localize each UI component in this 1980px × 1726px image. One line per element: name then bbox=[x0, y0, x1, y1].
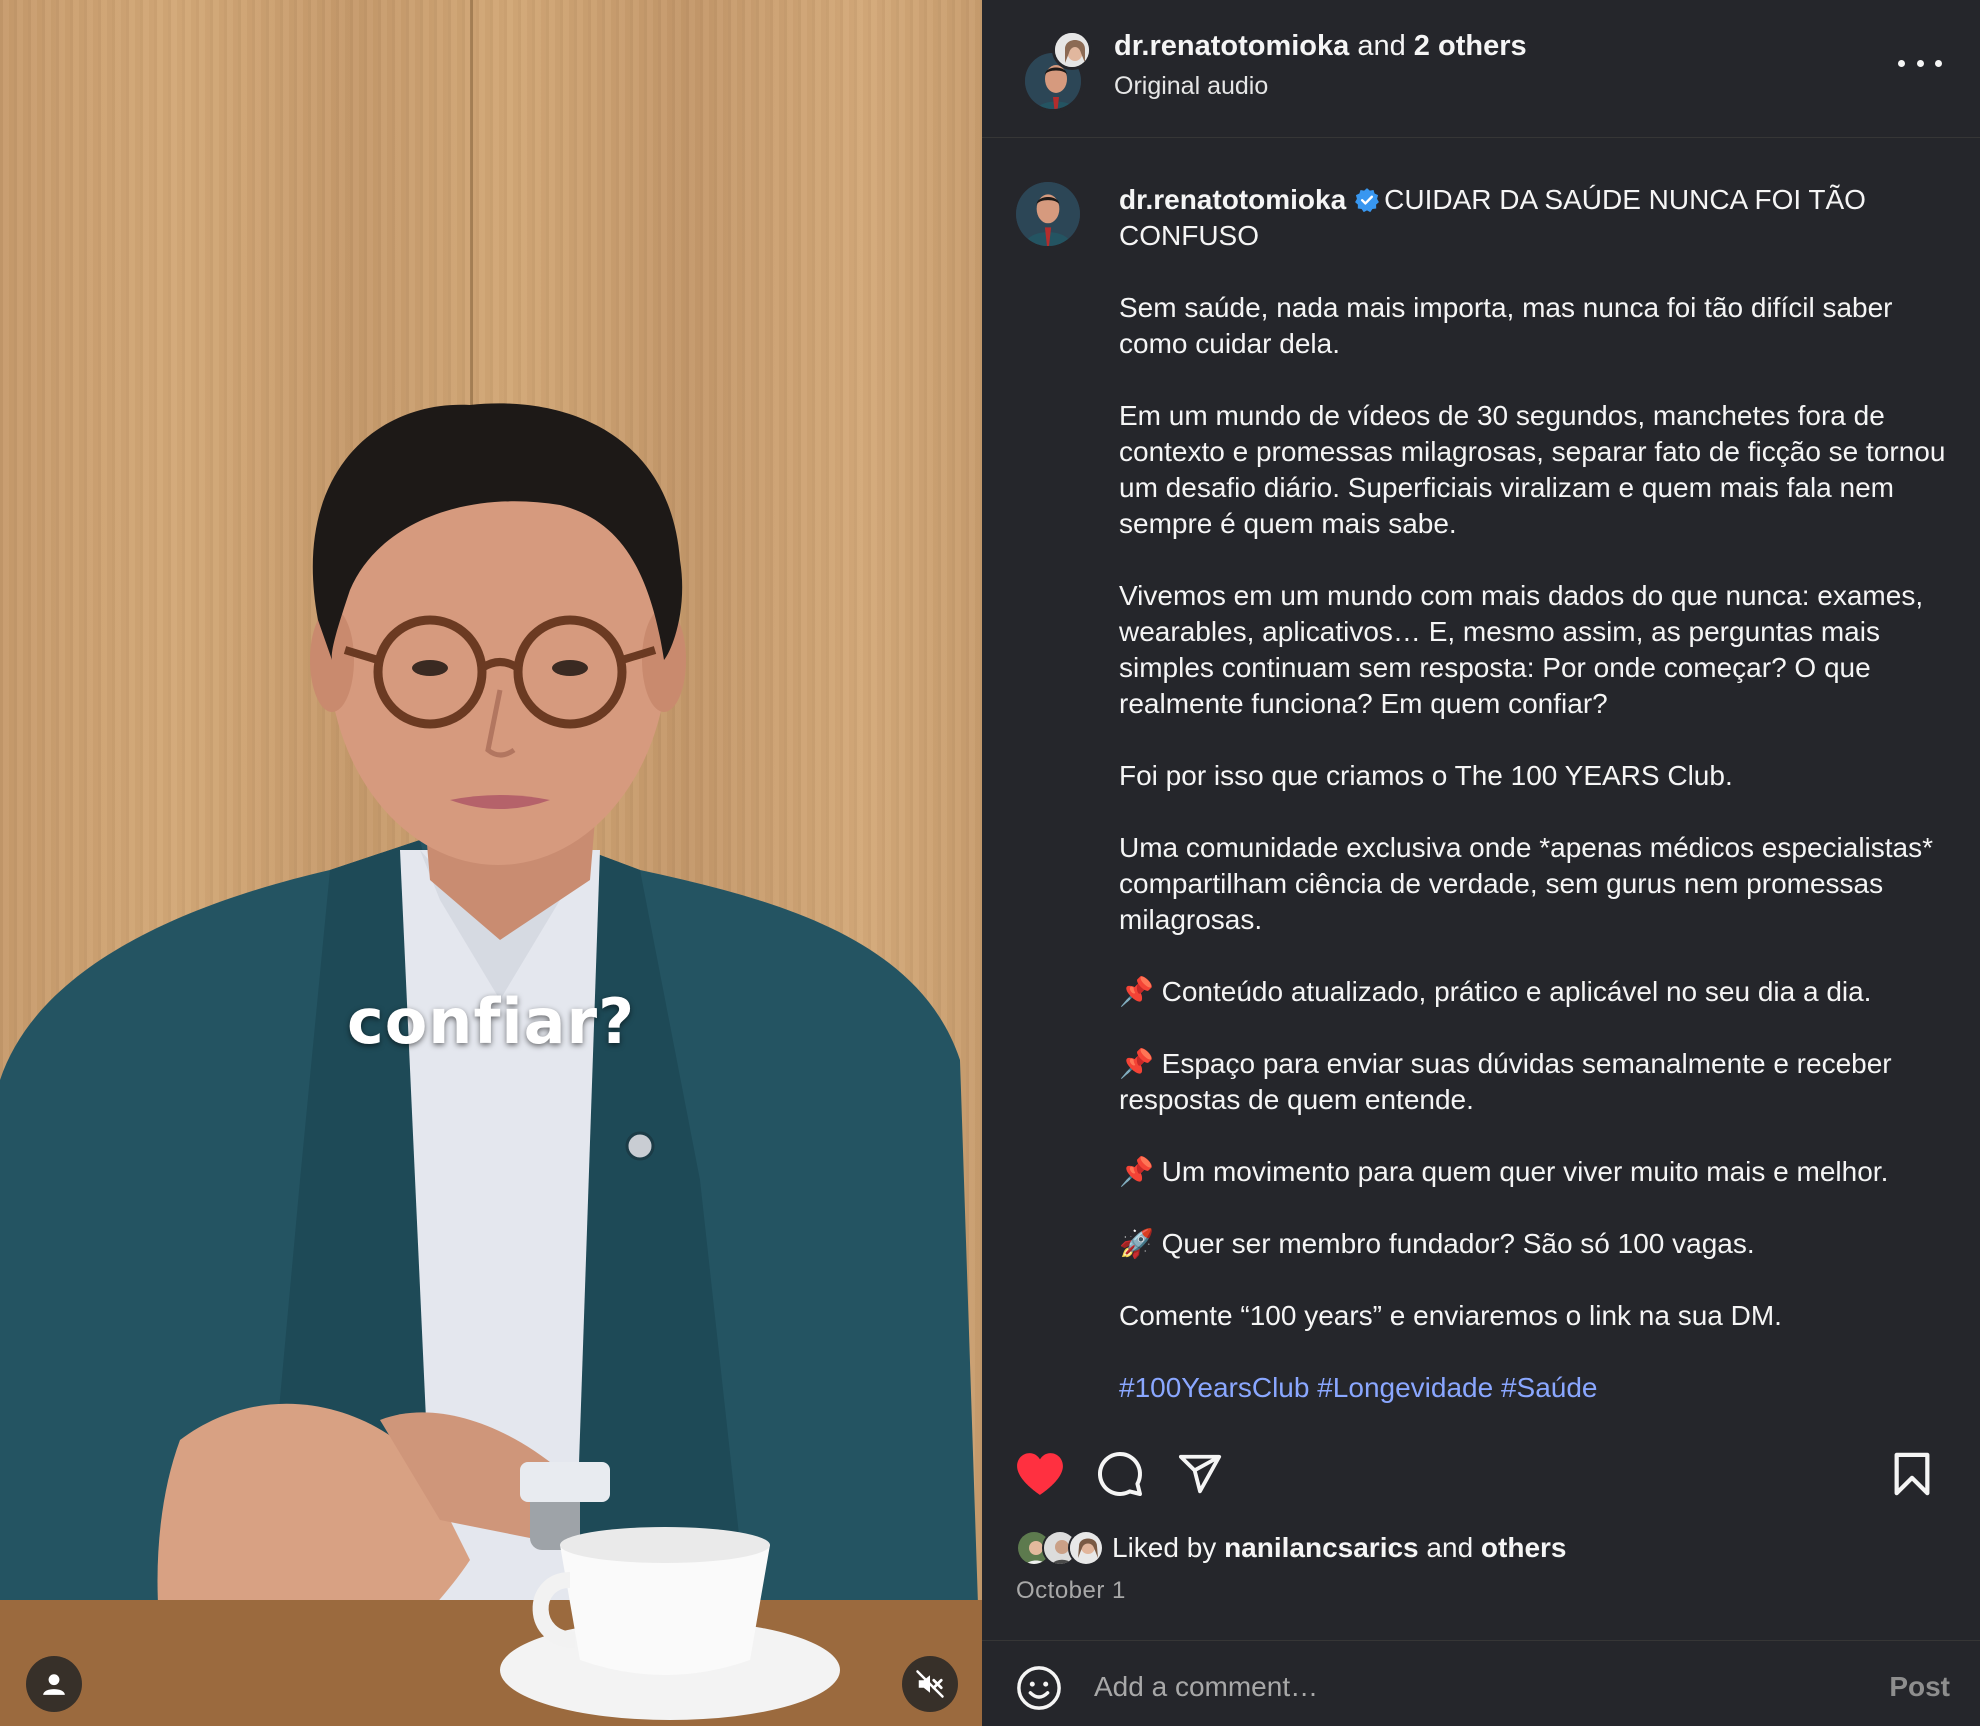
more-options-button[interactable] bbox=[1898, 48, 1942, 78]
presenter-figure bbox=[0, 403, 982, 1726]
muted-speaker-icon bbox=[916, 1670, 944, 1698]
caption-username[interactable]: dr.renatotomioka bbox=[1119, 184, 1346, 215]
caption-paragraph: Uma comunidade exclusiva onde *apenas mé… bbox=[1119, 832, 1934, 935]
paper-plane-icon bbox=[1178, 1454, 1222, 1494]
caption-avatar[interactable] bbox=[1016, 182, 1080, 246]
verified-badge-icon bbox=[1355, 188, 1380, 213]
coauthors-link[interactable]: 2 others bbox=[1414, 30, 1527, 62]
mute-toggle-button[interactable] bbox=[902, 1656, 958, 1712]
post-authors: dr.renatotomioka and 2 others bbox=[1114, 30, 1527, 63]
likes-joiner: and bbox=[1426, 1532, 1474, 1563]
likes-prefix: Liked by bbox=[1112, 1532, 1217, 1563]
bookmark-icon bbox=[1894, 1452, 1930, 1496]
liker-avatar bbox=[1068, 1530, 1104, 1566]
caption-paragraph: 📌 Conteúdo atualizado, prático e aplicáv… bbox=[1119, 976, 1872, 1007]
caption-paragraph: 📌 Um movimento para quem quer viver muit… bbox=[1119, 1156, 1889, 1187]
likes-summary: Liked by nanilancsarics and others bbox=[1016, 1528, 1567, 1568]
emoji-picker-button[interactable] bbox=[1016, 1665, 1062, 1711]
post-comment-button[interactable]: Post bbox=[1889, 1671, 1950, 1703]
caption-paragraph: 🚀 Quer ser membro fundador? São só 100 v… bbox=[1119, 1228, 1755, 1259]
comment-bubble-icon bbox=[1098, 1452, 1142, 1496]
post-modal: confiar? dr.renatotomioka and 2 others O… bbox=[0, 0, 1980, 1726]
comment-input[interactable] bbox=[1094, 1663, 1814, 1711]
liker-username-link[interactable]: nanilancsarics bbox=[1224, 1532, 1419, 1563]
caption-paragraph: 📌 Espaço para enviar suas dúvidas semana… bbox=[1119, 1048, 1892, 1115]
caption-paragraph: Vivemos em um mundo com mais dados do qu… bbox=[1119, 580, 1924, 719]
avatar-portrait bbox=[1016, 182, 1080, 246]
comment-button[interactable] bbox=[1094, 1448, 1146, 1500]
caption-paragraph: Sem saúde, nada mais importa, mas nunca … bbox=[1119, 292, 1893, 359]
authors-joiner: and bbox=[1357, 30, 1406, 62]
caption-section: dr.renatotomioka CUIDAR DA SAÚDE NUNCA FO… bbox=[982, 138, 1980, 1403]
author-link[interactable]: dr.renatotomioka bbox=[1114, 30, 1349, 62]
likes-text: Liked by nanilancsarics and others bbox=[1112, 1532, 1567, 1564]
save-button[interactable] bbox=[1886, 1448, 1938, 1500]
post-caption: dr.renatotomioka CUIDAR DA SAÚDE NUNCA FO… bbox=[1119, 182, 1949, 1406]
heart-filled-icon bbox=[1017, 1453, 1063, 1495]
likes-others-link[interactable]: others bbox=[1481, 1532, 1567, 1563]
person-icon bbox=[43, 1674, 65, 1695]
post-header: dr.renatotomioka and 2 others Original a… bbox=[982, 0, 1980, 138]
caption-hashtags[interactable]: #100YearsClub #Longevidade #Saúde bbox=[1119, 1370, 1949, 1406]
caption-paragraph: Foi por isso que criamos o The 100 YEARS… bbox=[1119, 760, 1733, 791]
post-date[interactable]: October 1 bbox=[1016, 1577, 1126, 1605]
post-side-panel: dr.renatotomioka and 2 others Original a… bbox=[982, 0, 1980, 1726]
caption-headline-line: dr.renatotomioka CUIDAR DA SAÚDE NUNCA FO… bbox=[1119, 182, 1949, 254]
audio-link[interactable]: Original audio bbox=[1114, 72, 1268, 101]
avatar-portrait bbox=[1055, 33, 1089, 67]
reel-video[interactable]: confiar? bbox=[0, 0, 982, 1726]
smiley-face-icon bbox=[1017, 1666, 1061, 1710]
post-actions bbox=[982, 1442, 1980, 1506]
share-button[interactable] bbox=[1174, 1448, 1226, 1500]
video-subtitle: confiar? bbox=[346, 985, 636, 1058]
avatar-portrait bbox=[1070, 1532, 1102, 1564]
comment-bar: Post bbox=[982, 1640, 1980, 1726]
coauthor-avatar[interactable] bbox=[1052, 30, 1092, 70]
like-button[interactable] bbox=[1014, 1448, 1066, 1500]
caption-paragraph: Comente “100 years” e enviaremos o link … bbox=[1119, 1300, 1782, 1331]
more-horizontal-icon bbox=[1898, 59, 1905, 67]
caption-paragraph: Em um mundo de vídeos de 30 segundos, ma… bbox=[1119, 400, 1946, 539]
user-tags-button[interactable] bbox=[26, 1656, 82, 1712]
